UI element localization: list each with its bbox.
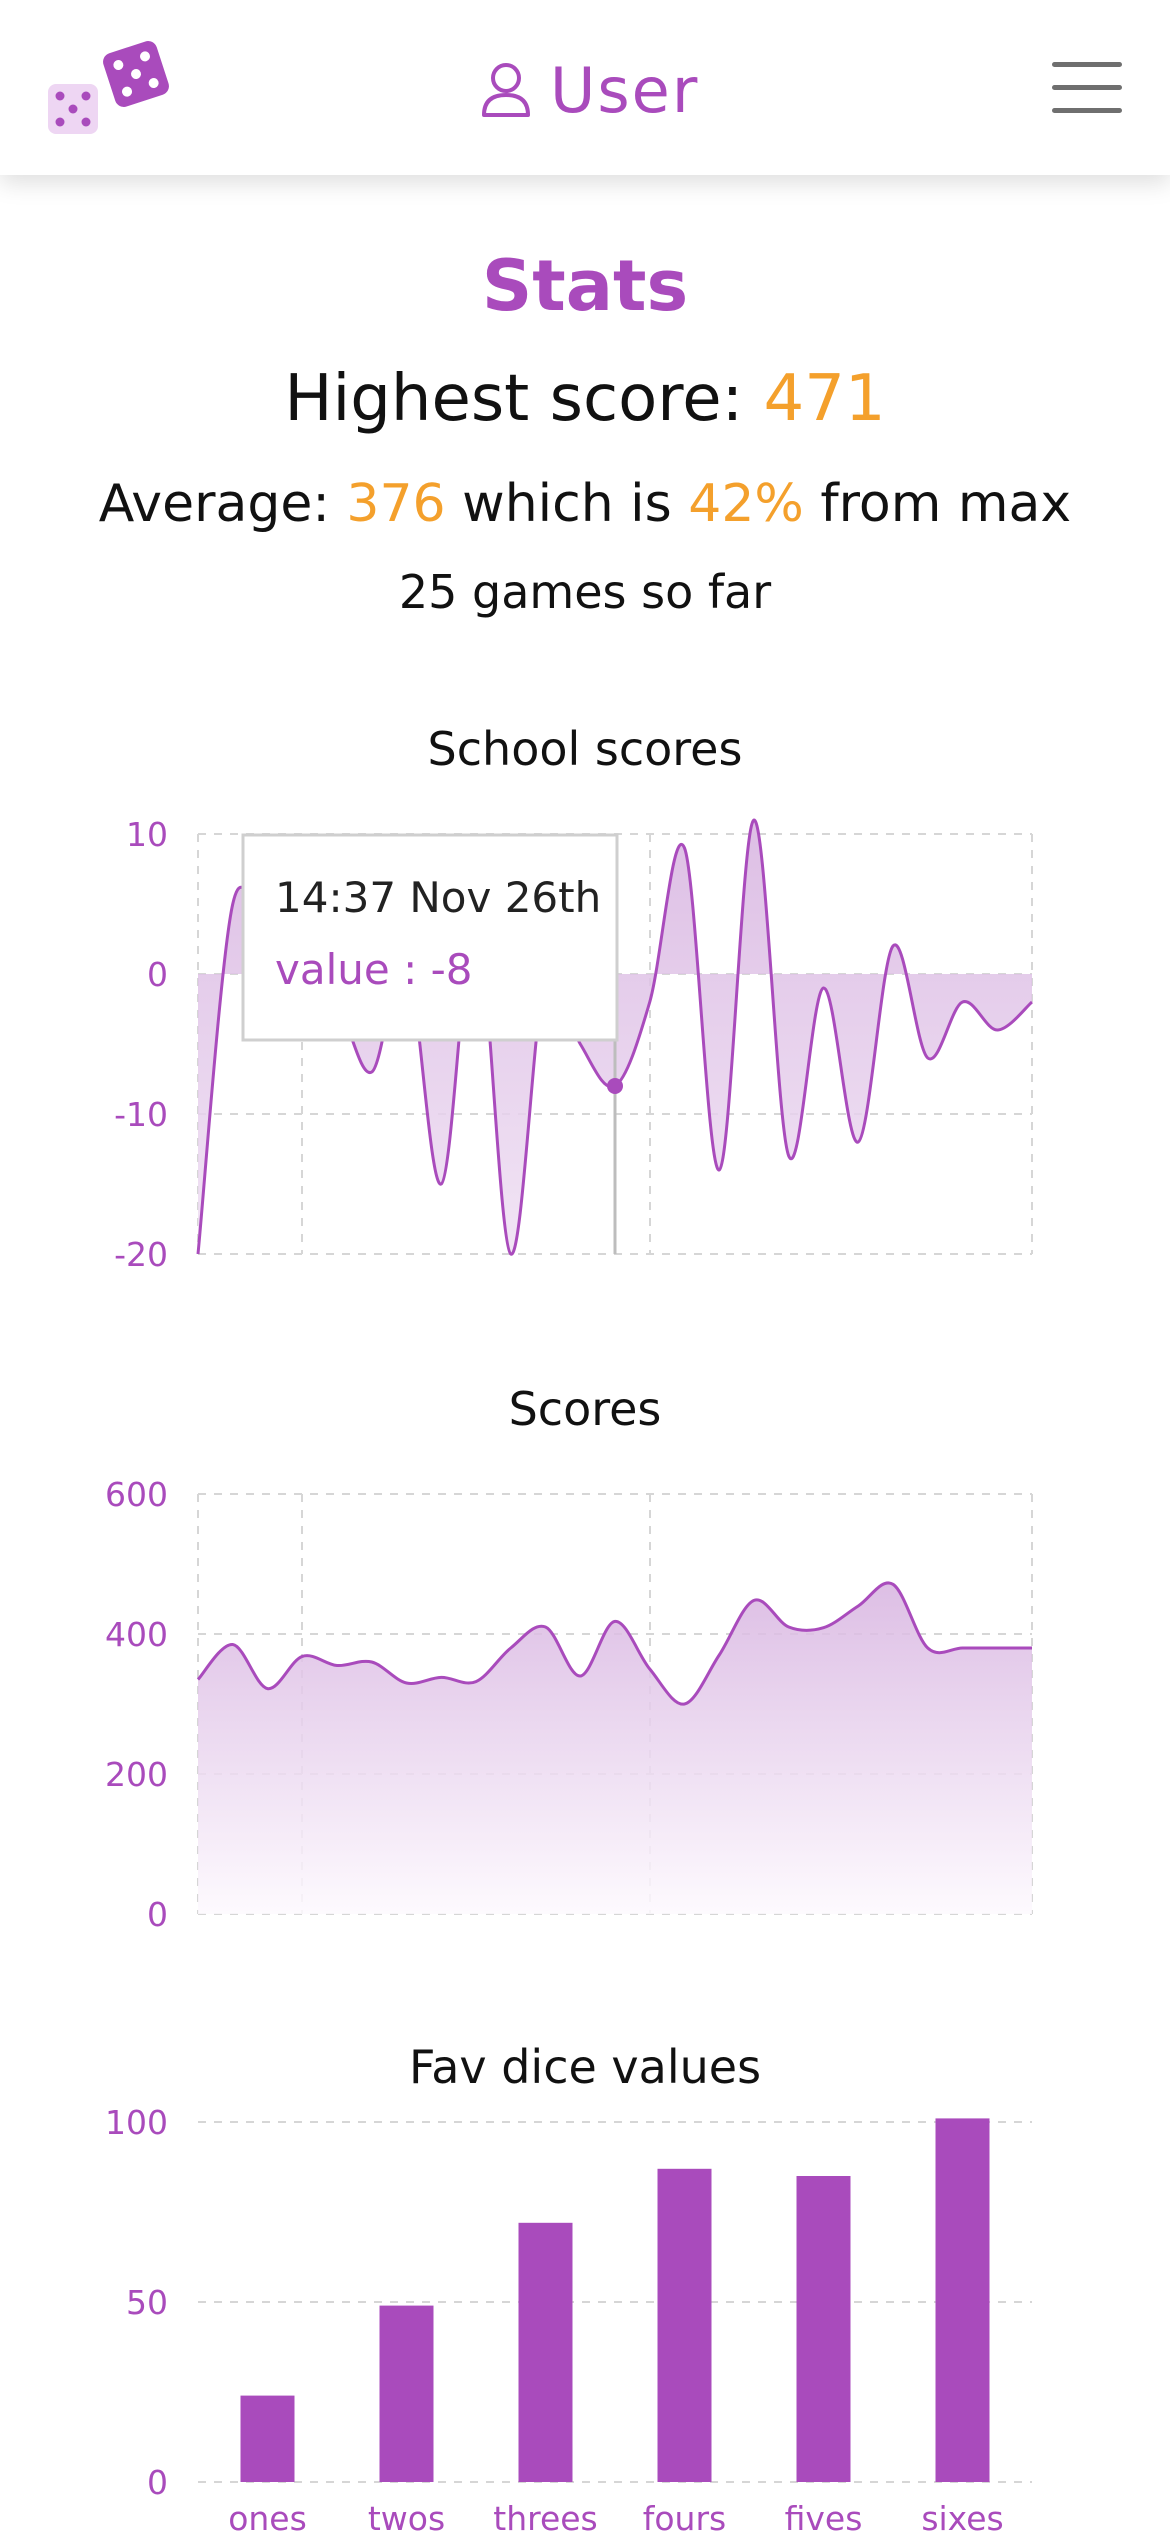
y-tick-label: 400 bbox=[105, 1615, 168, 1654]
page-title: Stats bbox=[481, 245, 689, 327]
tooltip-time: 14:37 Nov 26th bbox=[275, 873, 601, 922]
x-tick-label: fours bbox=[643, 2499, 726, 2532]
y-tick-label: 100 bbox=[105, 2103, 168, 2142]
average-percent: 42% bbox=[688, 474, 804, 534]
average-label: Average: bbox=[98, 474, 347, 534]
average-score: Average: 376 which is 42% from max bbox=[0, 474, 1170, 534]
y-tick-label: 0 bbox=[147, 2463, 168, 2502]
average-middle: which is bbox=[445, 474, 689, 534]
bar bbox=[657, 2168, 712, 2482]
highest-score-label: Highest score: bbox=[284, 362, 764, 436]
hover-point bbox=[607, 1078, 623, 1094]
dice-logo-icon[interactable] bbox=[40, 38, 180, 148]
y-tick-label: 10 bbox=[126, 815, 168, 854]
y-tick-label: 0 bbox=[147, 955, 168, 994]
user-label: User bbox=[550, 53, 700, 127]
top-navbar: User bbox=[0, 0, 1170, 175]
scores-chart[interactable]: 600 400 200 0 bbox=[0, 1460, 1170, 1940]
hamburger-menu-icon[interactable] bbox=[1052, 62, 1122, 116]
x-tick-label: threes bbox=[493, 2499, 598, 2532]
highest-score-value: 471 bbox=[763, 362, 886, 436]
fav-dice-chart[interactable]: 100 50 0 ones twos threes fours fives sixes bbox=[0, 2090, 1170, 2532]
bar bbox=[796, 2176, 851, 2482]
x-tick-label: sixes bbox=[921, 2499, 1003, 2532]
y-tick-label: -10 bbox=[114, 1095, 168, 1134]
x-tick-label: twos bbox=[368, 2499, 445, 2532]
bar bbox=[935, 2118, 990, 2482]
average-value: 376 bbox=[346, 474, 446, 534]
y-tick-label: 0 bbox=[147, 1895, 168, 1934]
y-tick-label: -20 bbox=[114, 1235, 168, 1274]
tooltip-value: value : -8 bbox=[275, 945, 472, 994]
y-tick-label: 50 bbox=[126, 2283, 168, 2322]
user-link[interactable]: User bbox=[480, 53, 700, 127]
user-icon bbox=[480, 62, 532, 118]
scores-title: Scores bbox=[508, 1382, 662, 1436]
highest-score: Highest score: 471 bbox=[0, 362, 1170, 436]
fav-dice-title: Fav dice values bbox=[408, 2040, 762, 2094]
school-scores-chart[interactable]: 10 0 -10 -20 14:37 Nov 26th value : -8 bbox=[0, 800, 1170, 1280]
y-tick-label: 600 bbox=[105, 1475, 168, 1514]
bar bbox=[379, 2305, 434, 2482]
series-area bbox=[198, 1582, 1032, 1914]
x-tick-label: ones bbox=[228, 2499, 307, 2532]
bar bbox=[518, 2222, 573, 2482]
x-tick-label: fives bbox=[785, 2499, 863, 2532]
bar bbox=[240, 2395, 295, 2482]
average-suffix: from max bbox=[803, 474, 1072, 534]
school-scores-title: School scores bbox=[427, 722, 743, 776]
chart-tooltip bbox=[241, 833, 619, 1042]
games-count: 25 games so far bbox=[398, 565, 772, 619]
y-tick-label: 200 bbox=[105, 1755, 168, 1794]
